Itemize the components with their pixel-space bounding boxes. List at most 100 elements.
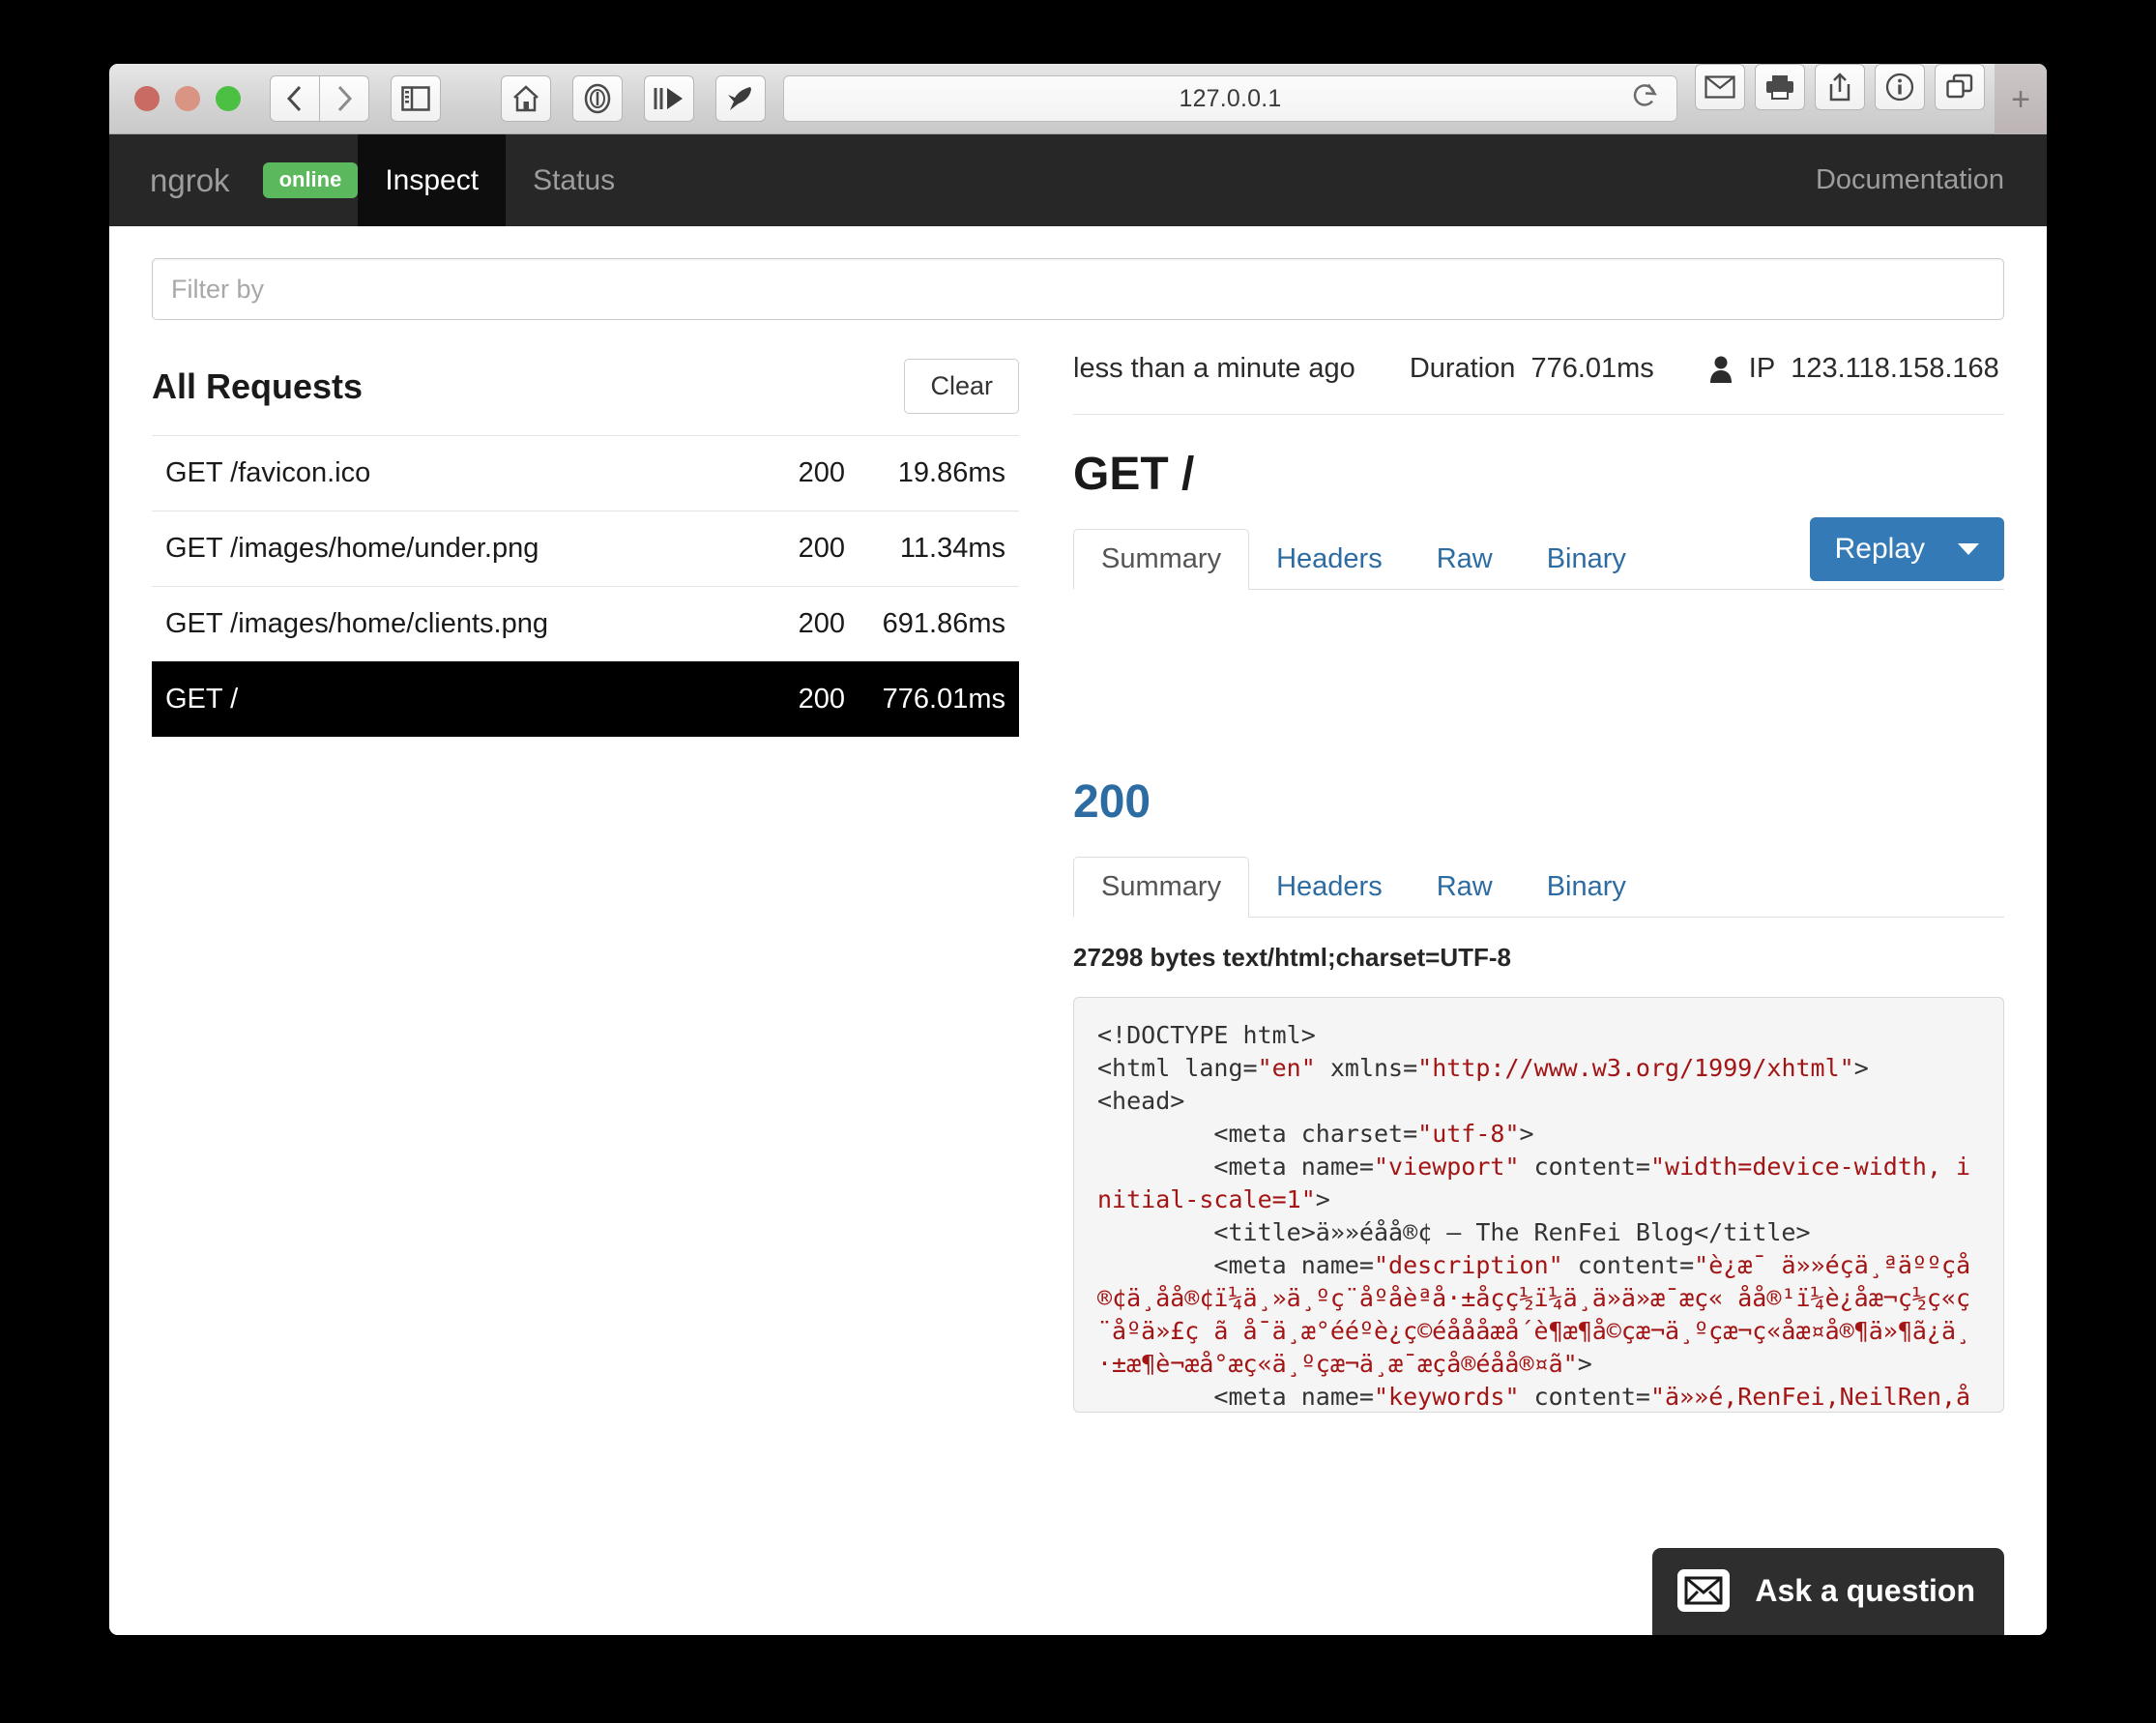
ngrok-navbar: ngrok online Inspect Status Documentatio… — [109, 134, 2047, 226]
inspect-page: All Requests Clear GET /favicon.ico 200 … — [109, 226, 2047, 1635]
request-detail-panel: less than a minute ago Duration 776.01ms… — [1073, 341, 2004, 1437]
request-time: 11.34ms — [845, 533, 1019, 565]
hummingbird-button[interactable] — [715, 75, 766, 122]
response-status: 200 — [1073, 775, 2004, 829]
url-text: 127.0.0.1 — [1179, 85, 1281, 113]
tab-status[interactable]: Status — [506, 134, 642, 226]
sidebar-icon — [401, 86, 430, 111]
requests-list: GET /favicon.ico 200 19.86ms GET /images… — [152, 435, 1019, 737]
home-icon — [511, 84, 540, 113]
request-tab-binary[interactable]: Binary — [1520, 530, 1653, 589]
duration-label: Duration — [1410, 353, 1516, 385]
close-window-button[interactable] — [134, 86, 160, 111]
mail-icon — [1704, 75, 1735, 99]
back-button[interactable] — [270, 75, 320, 122]
tabs-icon — [1945, 73, 1974, 101]
request-time: 19.86ms — [845, 457, 1019, 489]
response-tab-summary[interactable]: Summary — [1073, 857, 1249, 918]
request-tab-headers[interactable]: Headers — [1249, 530, 1410, 589]
info-button[interactable] — [1875, 64, 1925, 110]
envelope-glyph — [1684, 1575, 1723, 1606]
request-time: 691.86ms — [845, 608, 1019, 640]
ip-label: IP — [1749, 353, 1775, 385]
request-name: GET /images/home/under.png — [165, 533, 729, 565]
request-tab-raw[interactable]: Raw — [1410, 530, 1520, 589]
envelope-icon — [1677, 1569, 1730, 1612]
table-row-selected[interactable]: GET / 200 776.01ms — [152, 661, 1019, 737]
request-status: 200 — [729, 457, 845, 489]
forward-button[interactable] — [319, 75, 369, 122]
reader-icon — [583, 83, 612, 114]
table-row[interactable]: GET /images/home/under.png 200 11.34ms — [152, 511, 1019, 586]
window-controls — [134, 86, 241, 111]
replay-label: Replay — [1835, 533, 1925, 566]
clear-button[interactable]: Clear — [904, 359, 1019, 414]
requests-panel: All Requests Clear GET /favicon.ico 200 … — [152, 341, 1019, 1437]
forward-icon — [334, 83, 355, 114]
request-status: 200 — [729, 608, 845, 640]
back-icon — [284, 83, 306, 114]
fast-forward-icon — [653, 85, 685, 112]
brand-logo[interactable]: ngrok — [109, 134, 230, 226]
request-summary-pane — [1073, 590, 2004, 735]
address-bar[interactable]: 127.0.0.1 — [783, 75, 1677, 122]
request-name: GET /favicon.ico — [165, 457, 729, 489]
response-tabstrip: Summary Headers Raw Binary — [1073, 850, 2004, 918]
response-body-code: <!DOCTYPE html> <html lang="en" xmlns="h… — [1073, 997, 2004, 1413]
bird-icon — [725, 84, 756, 113]
mail-button[interactable] — [1695, 64, 1745, 110]
status-badge: online — [263, 162, 359, 198]
response-tab-headers[interactable]: Headers — [1249, 858, 1410, 917]
share-icon — [1827, 73, 1852, 102]
fast-forward-button[interactable] — [644, 75, 694, 122]
chevron-down-icon — [1958, 543, 1979, 555]
sidebar-toggle-button[interactable] — [391, 75, 441, 122]
response-tab-raw[interactable]: Raw — [1410, 858, 1520, 917]
table-row[interactable]: GET /images/home/clients.png 200 691.86m… — [152, 586, 1019, 661]
print-button[interactable] — [1755, 64, 1805, 110]
tab-inspect[interactable]: Inspect — [358, 134, 506, 226]
person-icon — [1708, 355, 1734, 384]
response-meta: 27298 bytes text/html;charset=UTF-8 — [1073, 943, 2004, 973]
minimize-window-button[interactable] — [175, 86, 200, 111]
request-title: GET / — [1073, 448, 2004, 501]
request-name: GET / — [165, 684, 729, 715]
table-row[interactable]: GET /favicon.ico 200 19.86ms — [152, 435, 1019, 511]
reload-icon — [1632, 82, 1659, 111]
browser-titlebar: 127.0.0.1 — [109, 64, 2047, 134]
request-status: 200 — [729, 684, 845, 715]
reader-button[interactable] — [572, 75, 623, 122]
home-button[interactable] — [501, 75, 551, 122]
navbar-left: ngrok online Inspect Status — [109, 134, 642, 226]
reload-button[interactable] — [1632, 82, 1659, 116]
two-column-layout: All Requests Clear GET /favicon.ico 200 … — [152, 341, 2004, 1437]
documentation-link[interactable]: Documentation — [1816, 134, 2047, 226]
request-meta: less than a minute ago Duration 776.01ms… — [1073, 341, 2004, 415]
request-tab-summary[interactable]: Summary — [1073, 529, 1249, 590]
column-gutter — [1019, 341, 1073, 1437]
request-time: 776.01ms — [845, 684, 1019, 715]
filter-input[interactable] — [152, 258, 2004, 320]
toolbar-right-buttons: + — [1695, 64, 2047, 134]
replay-button[interactable]: Replay — [1810, 517, 2004, 581]
ask-a-question-label: Ask a question — [1755, 1573, 1975, 1609]
request-tabstrip: Summary Headers Raw Binary Replay — [1073, 522, 2004, 590]
duration-value: 776.01ms — [1530, 353, 1653, 385]
show-tabs-button[interactable] — [1935, 64, 1985, 110]
response-tab-binary[interactable]: Binary — [1520, 858, 1653, 917]
info-icon — [1885, 73, 1914, 102]
print-icon — [1764, 73, 1795, 101]
page-title: All Requests — [152, 366, 363, 407]
request-name: GET /images/home/clients.png — [165, 608, 729, 640]
browser-window: 127.0.0.1 — [109, 64, 2047, 1635]
maximize-window-button[interactable] — [216, 86, 241, 111]
navigation-buttons — [270, 75, 369, 122]
new-tab-button[interactable]: + — [1995, 64, 2047, 134]
ask-a-question-widget[interactable]: Ask a question — [1652, 1548, 2004, 1635]
ip-value: 123.118.158.168 — [1791, 353, 1999, 385]
requests-panel-header: All Requests Clear — [152, 341, 1019, 435]
request-status: 200 — [729, 533, 845, 565]
share-button[interactable] — [1815, 64, 1865, 110]
request-timestamp: less than a minute ago — [1073, 353, 1355, 385]
ip-group: IP 123.118.158.168 — [1708, 353, 1999, 385]
